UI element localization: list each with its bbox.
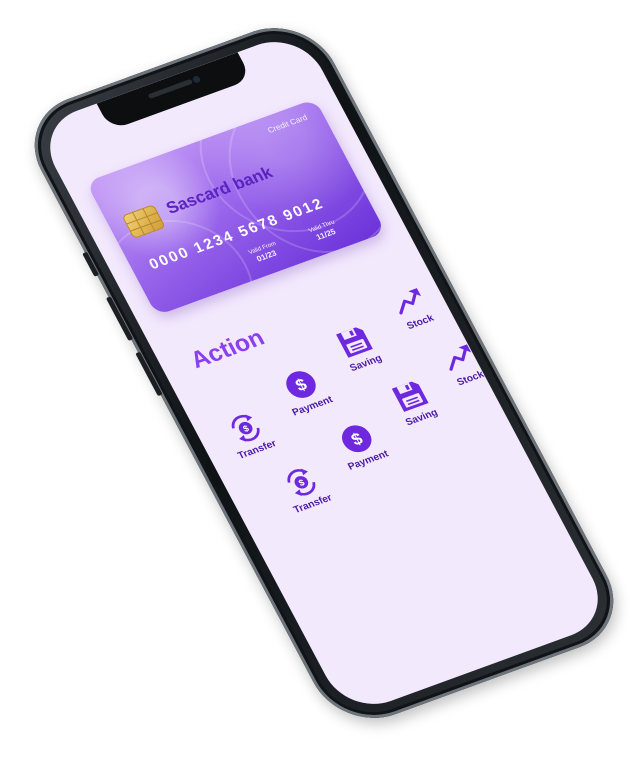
notch	[96, 52, 252, 131]
speaker	[147, 78, 194, 100]
action-transfer[interactable]: $ Transfer	[264, 457, 346, 520]
front-camera	[191, 75, 202, 84]
action-transfer[interactable]: $ Transfer	[208, 403, 290, 466]
valid-from: Valid From 01/23	[248, 241, 283, 266]
credit-card[interactable]: Credit Card Sascard bank 0000 1234 5678 …	[85, 98, 387, 316]
phone-mockup: Credit Card Sascard bank 0000 1234 5678 …	[0, 0, 630, 760]
action-title: Action	[186, 324, 270, 374]
side-button	[82, 251, 100, 277]
phone-frame: Credit Card Sascard bank 0000 1234 5678 …	[13, 12, 630, 734]
phone-screen: Credit Card Sascard bank 0000 1234 5678 …	[33, 29, 615, 717]
